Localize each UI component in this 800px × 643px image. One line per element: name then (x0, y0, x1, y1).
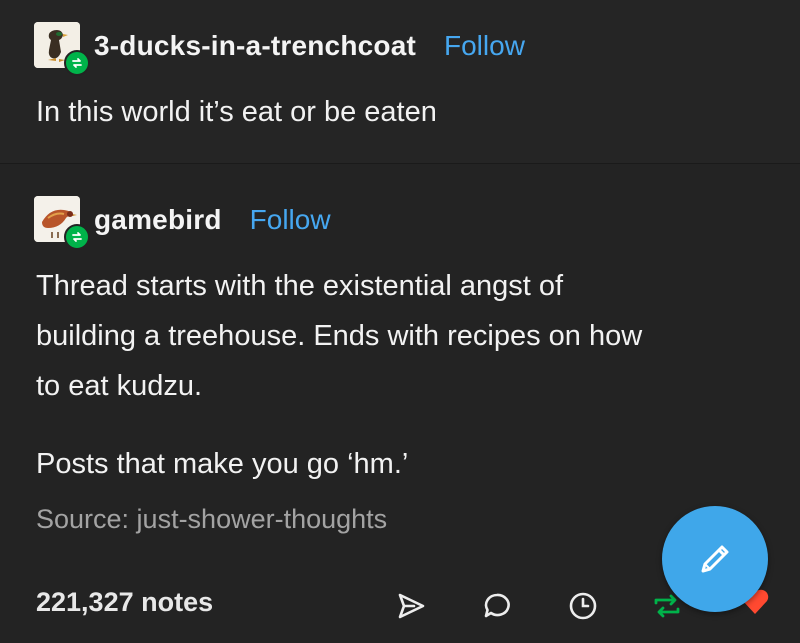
divider (0, 163, 800, 164)
post-text-line-2: building a treehouse. Ends with recipes … (36, 320, 643, 352)
avatar-container[interactable] (34, 22, 90, 76)
tumblr-post-screenshot: 3-ducks-in-a-trenchcoat Follow In this w… (0, 0, 800, 643)
pencil-icon (701, 545, 729, 573)
reply-icon (484, 593, 510, 618)
follow-button[interactable]: Follow (250, 204, 331, 236)
username[interactable]: gamebird (94, 204, 222, 236)
post-text-line-1: Thread starts with the existential angst… (36, 270, 564, 302)
reblog-badge-icon (64, 224, 90, 250)
avatar-container[interactable] (34, 196, 90, 250)
reply-button[interactable] (478, 587, 516, 625)
username[interactable]: 3-ducks-in-a-trenchcoat (94, 30, 416, 62)
notes-count[interactable]: 221,327 notes (36, 587, 213, 618)
reblog-entry-top: 3-ducks-in-a-trenchcoat Follow In this w… (0, 0, 800, 163)
follow-button[interactable]: Follow (444, 30, 525, 62)
share-icon (398, 593, 425, 619)
source-link[interactable]: Source: just-shower-thoughts (36, 504, 387, 535)
post-text-paragraph-2: Posts that make you go ‘hm.’ (36, 448, 409, 480)
share-button[interactable] (392, 587, 430, 625)
post-text: In this world it’s eat or be eaten (36, 96, 437, 128)
post-header: 3-ducks-in-a-trenchcoat Follow (34, 16, 525, 76)
post-text-line-3: to eat kudzu. (36, 370, 203, 402)
compose-button[interactable] (662, 506, 768, 612)
post-header: gamebird Follow (34, 190, 331, 250)
clock-icon (569, 592, 597, 620)
reblog-badge-icon (64, 50, 90, 76)
history-button[interactable] (564, 587, 602, 625)
